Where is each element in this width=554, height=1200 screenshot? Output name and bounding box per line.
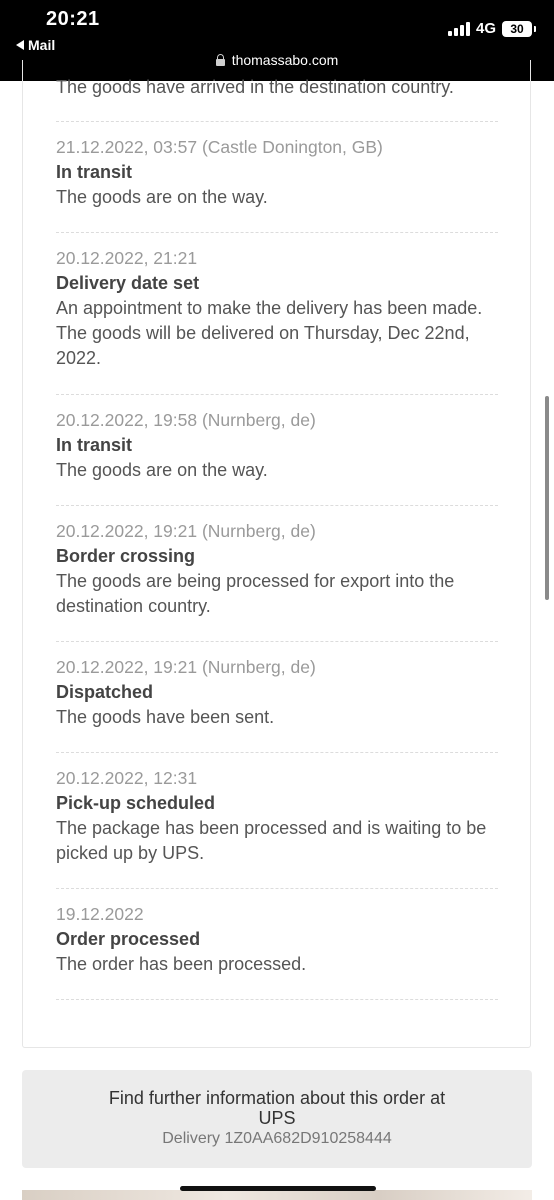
battery-icon: 30 — [502, 20, 536, 37]
event-divider — [56, 394, 498, 395]
status-indicators: 4G 30 — [447, 20, 536, 37]
back-arrow-icon — [16, 40, 24, 50]
event-description: An appointment to make the delivery has … — [56, 298, 483, 368]
product-image-peek — [22, 1190, 532, 1200]
tracking-event: 20.12.2022, 19:21 (Nurnberg, de) Border … — [56, 519, 498, 619]
event-timestamp: 21.12.2022, 03:57 (Castle Donington, GB) — [56, 137, 383, 157]
event-status: In transit — [56, 162, 133, 182]
event-description-partial: The goods have arrived in the destinatio… — [56, 77, 454, 97]
event-status: In transit — [56, 435, 133, 455]
event-divider — [56, 232, 498, 233]
event-status: Pick-up scheduled — [56, 793, 216, 813]
event-timestamp: 20.12.2022, 19:21 (Nurnberg, de) — [56, 657, 316, 677]
event-status: Order processed — [56, 929, 201, 949]
tracking-event: 20.12.2022, 12:31 Pick-up scheduled The … — [56, 766, 498, 866]
carrier-info-box: Find further information about this orde… — [22, 1070, 532, 1168]
event-description: The order has been processed. — [56, 954, 307, 974]
event-divider — [56, 888, 498, 889]
event-status: Dispatched — [56, 682, 154, 702]
event-timestamp: 20.12.2022, 19:58 (Nurnberg, de) — [56, 410, 316, 430]
back-to-mail-button[interactable]: Mail — [16, 37, 55, 53]
event-description: The goods have been sent. — [56, 707, 275, 727]
event-status: Delivery date set — [56, 273, 200, 293]
event-timestamp: 20.12.2022, 12:31 — [56, 768, 198, 788]
back-app-label: Mail — [28, 37, 56, 53]
status-time: 20:21 — [46, 8, 100, 30]
tracking-event: 20.12.2022, 19:58 (Nurnberg, de) In tran… — [56, 408, 498, 483]
tracking-event: 19.12.2022 Order processed The order has… — [56, 902, 498, 977]
event-divider — [56, 121, 498, 122]
event-timestamp: 20.12.2022, 21:21 — [56, 248, 198, 268]
tracking-event: 20.12.2022, 21:21 Delivery date set An a… — [56, 246, 498, 371]
cellular-signal-icon — [447, 21, 470, 36]
event-divider — [56, 641, 498, 642]
event-timestamp: 19.12.2022 — [56, 904, 144, 924]
event-divider — [56, 752, 498, 753]
carrier-info-link[interactable]: Find further information about this orde… — [22, 1088, 532, 1128]
event-divider — [56, 505, 498, 506]
network-type: 4G — [475, 20, 496, 37]
event-timestamp: 20.12.2022, 19:21 (Nurnberg, de) — [56, 521, 316, 541]
event-status: Border crossing — [56, 546, 196, 566]
home-indicator[interactable] — [180, 1186, 376, 1191]
tracking-number: Delivery 1Z0AA682D910258444 — [162, 1130, 392, 1147]
event-description: The goods are being processed for export… — [56, 571, 455, 616]
event-description: The goods are on the way. — [56, 460, 268, 480]
event-description: The package has been processed and is wa… — [56, 818, 487, 863]
event-divider — [56, 999, 498, 1000]
event-description: The goods are on the way. — [56, 187, 268, 207]
tracking-event: 21.12.2022, 03:57 (Castle Donington, GB)… — [56, 135, 498, 210]
page-scrollbar[interactable] — [545, 396, 549, 600]
tracking-event: 20.12.2022, 19:21 (Nurnberg, de) Dispatc… — [56, 655, 498, 730]
